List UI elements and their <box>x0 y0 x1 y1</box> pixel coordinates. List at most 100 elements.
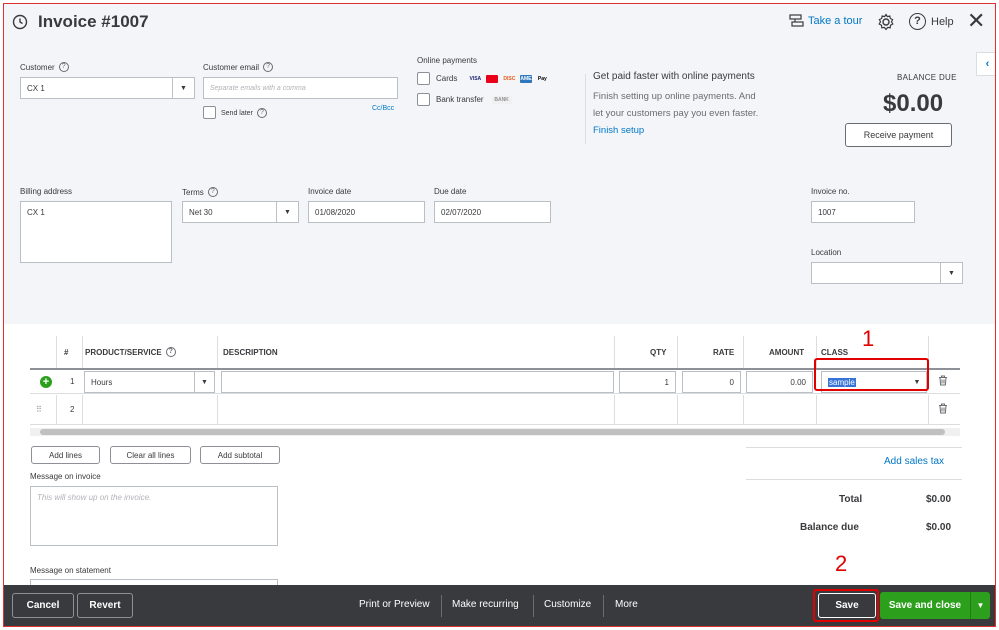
clear-all-lines-button[interactable]: Clear all lines <box>110 446 191 464</box>
add-sales-tax-link[interactable]: Add sales tax <box>884 456 944 467</box>
product-select[interactable]: Hours ▼ <box>84 371 215 393</box>
amount-value: 0.00 <box>790 377 806 387</box>
terms-select[interactable]: Net 30 ▼ <box>182 201 299 223</box>
chevron-down-icon[interactable]: ▼ <box>970 592 990 619</box>
balance-due-label: BALANCE DUE <box>897 73 957 82</box>
location-select[interactable]: ▼ <box>811 262 963 284</box>
rate-field[interactable]: 0 <box>682 371 741 393</box>
promo-divider <box>585 74 586 144</box>
take-tour-label: Take a tour <box>808 15 863 27</box>
take-tour-link[interactable]: Take a tour <box>788 14 862 28</box>
add-subtotal-button[interactable]: Add subtotal <box>200 446 280 464</box>
chevron-down-icon[interactable]: ▼ <box>940 263 962 283</box>
message-statement-label: Message on statement <box>30 566 111 575</box>
footer-toolbar: Cancel Revert Print or Preview Make recu… <box>4 585 995 626</box>
scrollbar-thumb[interactable] <box>40 429 945 435</box>
send-later-label: Send later ? <box>221 108 267 118</box>
customize-button[interactable]: Customize <box>544 599 591 610</box>
table-horizontal-scrollbar[interactable] <box>30 428 960 436</box>
trash-icon[interactable] <box>938 375 948 389</box>
balance-due-summary-label: Balance due <box>800 522 859 533</box>
column-divider <box>82 395 83 425</box>
discover-icon: DISC <box>501 74 518 83</box>
billing-address-value: CX 1 <box>27 208 45 217</box>
billing-address-label: Billing address <box>20 187 73 196</box>
column-divider <box>614 336 615 368</box>
add-lines-button[interactable]: Add lines <box>31 446 100 464</box>
amount-field[interactable]: 0.00 <box>746 371 813 393</box>
chevron-down-icon[interactable]: ▼ <box>276 202 298 222</box>
chevron-down-icon[interactable]: ▼ <box>194 372 214 392</box>
drag-handle-icon[interactable]: ⠿ <box>36 405 42 414</box>
column-divider <box>614 395 615 425</box>
invoice-no-value: 1007 <box>818 207 836 217</box>
message-invoice-label: Message on invoice <box>30 472 101 481</box>
description-field[interactable] <box>221 371 614 393</box>
column-header-product: PRODUCT/SERVICE ? <box>85 336 176 368</box>
cc-bcc-link[interactable]: Cc/Bcc <box>372 105 394 112</box>
add-line-icon[interactable]: + <box>40 376 52 388</box>
summary-divider <box>746 479 962 480</box>
promo-line-1: Finish setting up online payments. And <box>593 91 756 102</box>
trash-icon[interactable] <box>938 403 948 417</box>
help-icon[interactable]: ? <box>58 62 69 72</box>
collapse-panel-icon[interactable]: ‹ <box>976 52 995 76</box>
promo-heading: Get paid faster with online payments <box>593 71 755 82</box>
send-later-checkbox[interactable] <box>203 106 216 119</box>
step-1-annotation: 1 <box>862 326 875 351</box>
column-header-qty: QTY <box>650 347 667 357</box>
online-payments-label: Online payments <box>417 56 478 65</box>
cards-checkbox[interactable] <box>417 72 430 85</box>
column-header-rate: RATE <box>713 347 735 357</box>
column-divider <box>217 395 218 425</box>
bank-transfer-checkbox[interactable] <box>417 93 430 106</box>
help-icon[interactable]: ? <box>263 62 274 72</box>
terms-label: Terms ? <box>182 187 218 197</box>
send-later-text: Send later <box>221 109 253 117</box>
history-icon[interactable] <box>12 14 28 30</box>
column-divider <box>928 395 929 425</box>
more-button[interactable]: More <box>615 599 638 610</box>
footer-divider <box>603 595 604 617</box>
help-icon[interactable]: ? <box>207 187 218 197</box>
chevron-down-icon[interactable]: ▼ <box>172 78 194 98</box>
row-number: 2 <box>70 405 75 414</box>
invoice-date-field[interactable]: 01/08/2020 <box>308 201 425 223</box>
help-icon[interactable]: ? <box>256 108 267 118</box>
billing-address-field[interactable]: CX 1 <box>20 201 172 263</box>
invoice-no-field[interactable]: 1007 <box>811 201 915 223</box>
promo-line-2: let your customers pay you even faster. <box>593 108 759 119</box>
cancel-button[interactable]: Cancel <box>12 593 74 618</box>
customer-email-field[interactable]: Separate emails with a comma <box>203 77 398 99</box>
customer-email-label-text: Customer email <box>203 62 260 72</box>
customer-email-label: Customer email ? <box>203 62 274 72</box>
help-icon[interactable]: ? <box>165 347 176 357</box>
customer-label-text: Customer <box>20 62 55 72</box>
qty-field[interactable]: 1 <box>619 371 676 393</box>
customer-value: CX 1 <box>27 83 45 93</box>
total-value: $0.00 <box>926 494 952 505</box>
balance-due-summary-value: $0.00 <box>926 522 952 533</box>
revert-button[interactable]: Revert <box>77 593 133 618</box>
column-divider <box>743 395 744 425</box>
close-icon[interactable]: ✕ <box>967 10 985 32</box>
customer-email-placeholder: Separate emails with a comma <box>210 84 306 92</box>
invoice-date-label: Invoice date <box>308 187 352 196</box>
finish-setup-link[interactable]: Finish setup <box>593 125 644 136</box>
save-and-close-button[interactable]: Save and close ▼ <box>880 592 990 619</box>
help-button[interactable]: ? Help <box>909 13 954 30</box>
location-label: Location <box>811 248 842 257</box>
print-preview-button[interactable]: Print or Preview <box>359 599 430 610</box>
invoice-date-value: 01/08/2020 <box>315 207 356 217</box>
message-invoice-field[interactable]: This will show up on the invoice. <box>30 486 278 546</box>
customer-label: Customer ? <box>20 62 69 72</box>
customer-select[interactable]: CX 1 ▼ <box>20 77 195 99</box>
gear-icon[interactable] <box>877 13 895 31</box>
column-header-amount: AMOUNT <box>769 347 805 357</box>
make-recurring-button[interactable]: Make recurring <box>452 599 519 610</box>
column-header-product-text: PRODUCT/SERVICE <box>85 347 162 357</box>
invoice-header: Invoice #1007 Take a tour ? Help ✕ <box>4 4 995 40</box>
receive-payment-button[interactable]: Receive payment <box>845 123 952 147</box>
due-date-field[interactable]: 02/07/2020 <box>434 201 551 223</box>
column-divider <box>677 395 678 425</box>
